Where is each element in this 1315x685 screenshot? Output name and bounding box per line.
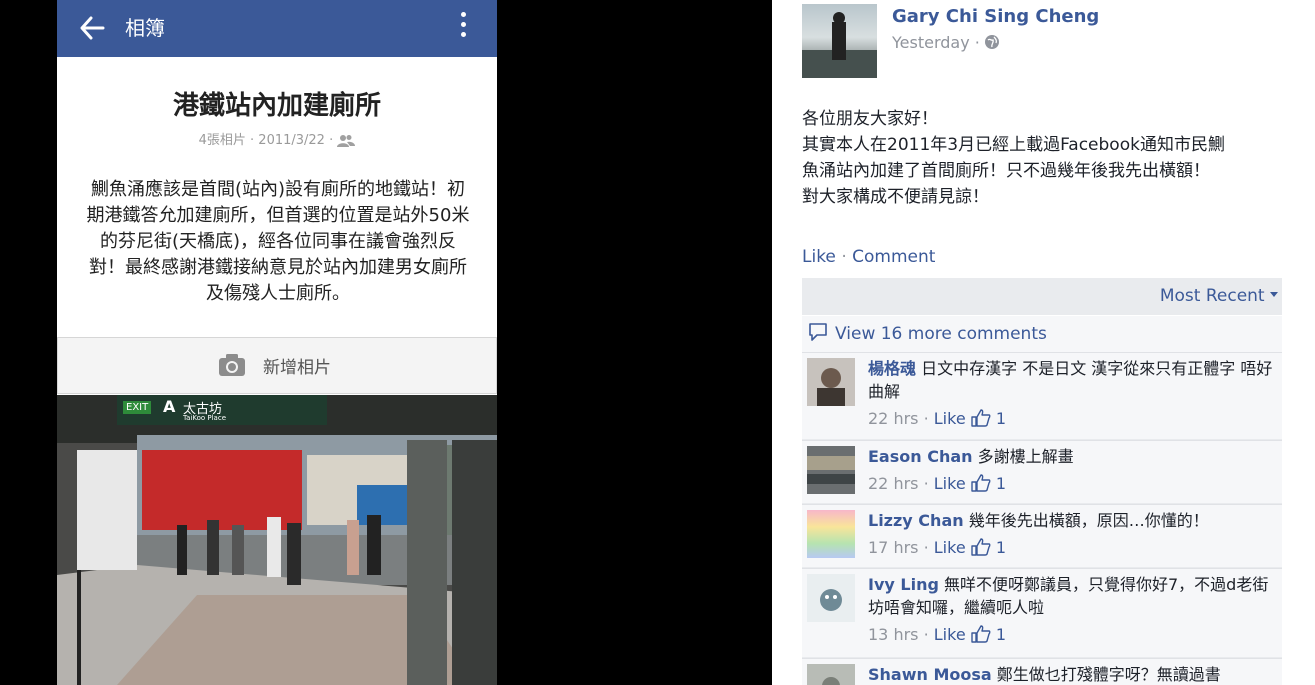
comment-item: 楊格魂 日文中存漢字 不是日文 漢字從來只有正體字 唔好曲解 22 hrs · … — [802, 352, 1282, 439]
chevron-down-icon — [1270, 292, 1278, 297]
comment-bubble-icon — [809, 323, 827, 341]
album-title: 港鐵站內加建廁所 — [172, 91, 381, 121]
post-author[interactable]: Gary Chi Sing Cheng — [892, 6, 1099, 27]
post-line: 其實本人在2011年3月已經上載過Facebook通知市民鰂 — [802, 135, 1225, 155]
sort-dropdown[interactable]: Most Recent — [1160, 286, 1278, 306]
comment-like-link[interactable]: Like — [934, 474, 966, 493]
commenter-name[interactable]: Ivy Ling — [868, 575, 939, 594]
comment-body: Ivy Ling 無咩不便呀鄭議員，只覺得你好7，不過d老街坊唔會知囉，繼續呃人… — [868, 573, 1273, 646]
post-body: 各位朋友大家好！ 其實本人在2011年3月已經上載過Facebook通知市民鰂 … — [802, 106, 1282, 210]
comment-time: 17 hrs — [868, 538, 919, 557]
album-meta: 4張相片 · 2011/3/22 · — [57, 129, 497, 148]
album-description: 鰂魚涌應該是首間(站內)設有廁所的地鐵站！初期港鐵答允加建廁所，但首選的位置是站… — [86, 179, 470, 304]
comment-time: 22 hrs — [868, 474, 919, 493]
comment-body: Shawn Moosa 鄭生做乜打殘體字呀？無讀過書 — [868, 663, 1273, 685]
thumbs-up-icon — [971, 409, 991, 427]
exit-place-en: TaiKoo Place — [183, 414, 226, 422]
back-arrow-icon[interactable] — [79, 14, 105, 42]
comment-body: Eason Chan 多謝樓上解畫 22 hrs · Like 1 — [868, 445, 1273, 495]
comment-like-count[interactable]: 1 — [996, 538, 1006, 557]
comment-item: Lizzy Chan 幾年後先出橫額，原因…你懂的！ 17 hrs · Like… — [802, 504, 1282, 567]
exit-letter: A — [163, 397, 176, 416]
post-line: 各位朋友大家好！ — [802, 109, 938, 129]
commenter-name[interactable]: Eason Chan — [868, 447, 973, 466]
album-meta-text: 4張相片 · 2011/3/22 · — [198, 133, 334, 148]
comment-item: Ivy Ling 無咩不便呀鄭議員，只覺得你好7，不過d老街坊唔會知囉，繼續呃人… — [802, 568, 1282, 657]
post-actions: Like · Comment — [802, 247, 936, 267]
view-more-label: View 16 more comments — [835, 324, 1047, 344]
station-photo-image — [57, 395, 497, 685]
comment-like-count[interactable]: 1 — [996, 409, 1006, 428]
commenter-avatar[interactable] — [807, 358, 855, 406]
friends-icon — [337, 134, 356, 147]
comments-box: Most Recent View 16 more comments 楊格魂 日文… — [802, 278, 1282, 685]
comment-meta: 22 hrs · Like 1 — [868, 409, 1007, 428]
post-line: 魚涌站內加建了首間廁所！只不過幾年後我先出橫額！ — [802, 161, 1210, 181]
globe-icon — [984, 35, 999, 49]
comment-link[interactable]: Comment — [852, 247, 935, 267]
add-photo-button[interactable]: 新增相片 — [57, 337, 497, 394]
facebook-post: Gary Chi Sing Cheng Yesterday · 各位朋友大家好！… — [772, 0, 1315, 685]
comment-like-link[interactable]: Like — [934, 409, 966, 428]
comment-text: 多謝樓上解畫 — [977, 447, 1074, 466]
exit-sign-label: EXIT — [123, 401, 152, 414]
camera-icon — [219, 354, 245, 376]
comment-text: 鄭生做乜打殘體字呀？無讀過書 — [996, 665, 1221, 684]
thumbs-up-icon — [971, 538, 991, 556]
comment-meta: 17 hrs · Like 1 — [868, 538, 1007, 557]
avatar-image — [802, 12, 877, 78]
commenter-avatar[interactable] — [807, 446, 855, 494]
comment-meta: 22 hrs · Like 1 — [868, 474, 1007, 493]
exit-sign: EXIT A 太古坊 TaiKoo Place — [117, 395, 237, 425]
comment-time: 22 hrs — [868, 409, 919, 428]
like-link[interactable]: Like — [802, 247, 836, 267]
thumbs-up-icon — [971, 474, 991, 492]
album-photo[interactable]: EXIT A 太古坊 TaiKoo Place — [57, 395, 497, 685]
add-photo-label: 新增相片 — [263, 358, 331, 378]
album-info: 港鐵站內加建廁所 4張相片 · 2011/3/22 · 鰂魚涌應該是首間(站內)… — [57, 57, 497, 337]
commenter-name[interactable]: 楊格魂 — [868, 359, 916, 378]
comment-body: Lizzy Chan 幾年後先出橫額，原因…你懂的！ 17 hrs · Like… — [868, 509, 1273, 559]
comment-body: 楊格魂 日文中存漢字 不是日文 漢字從來只有正體字 唔好曲解 22 hrs · … — [868, 357, 1273, 430]
commenter-name[interactable]: Lizzy Chan — [868, 511, 964, 530]
commenter-avatar[interactable] — [807, 664, 855, 685]
comment-text: 日文中存漢字 不是日文 漢字從來只有正體字 唔好曲解 — [868, 359, 1273, 401]
sort-label: Most Recent — [1159, 286, 1265, 306]
comment-like-count[interactable]: 1 — [996, 474, 1006, 493]
comment-meta: 13 hrs · Like 1 — [868, 625, 1007, 644]
comment-item: Eason Chan 多謝樓上解畫 22 hrs · Like 1 — [802, 440, 1282, 503]
comment-time: 13 hrs — [868, 625, 919, 644]
post-time: Yesterday · — [892, 33, 999, 52]
comment-like-link[interactable]: Like — [934, 625, 966, 644]
comment-item: Shawn Moosa 鄭生做乜打殘體字呀？無讀過書 — [802, 658, 1282, 685]
album-panel: 相簿 港鐵站內加建廁所 4張相片 · 2011/3/22 · 鰂魚涌應該是首間(… — [57, 0, 497, 685]
commenter-avatar[interactable] — [807, 510, 855, 558]
view-more-comments[interactable]: View 16 more comments — [802, 315, 1282, 352]
commenter-avatar[interactable] — [807, 574, 855, 622]
thumbs-up-icon — [971, 625, 991, 643]
app-bar: 相簿 — [57, 0, 497, 57]
author-avatar[interactable] — [802, 4, 877, 78]
app-bar-title: 相簿 — [125, 16, 165, 40]
comment-like-count[interactable]: 1 — [996, 625, 1006, 644]
post-time-text: Yesterday · — [892, 33, 980, 52]
post-line: 對大家構成不便請見諒！ — [802, 187, 989, 207]
comment-text: 幾年後先出橫額，原因…你懂的！ — [968, 511, 1209, 530]
more-options-icon[interactable] — [457, 12, 469, 44]
commenter-name[interactable]: Shawn Moosa — [868, 665, 992, 684]
comment-like-link[interactable]: Like — [934, 538, 966, 557]
